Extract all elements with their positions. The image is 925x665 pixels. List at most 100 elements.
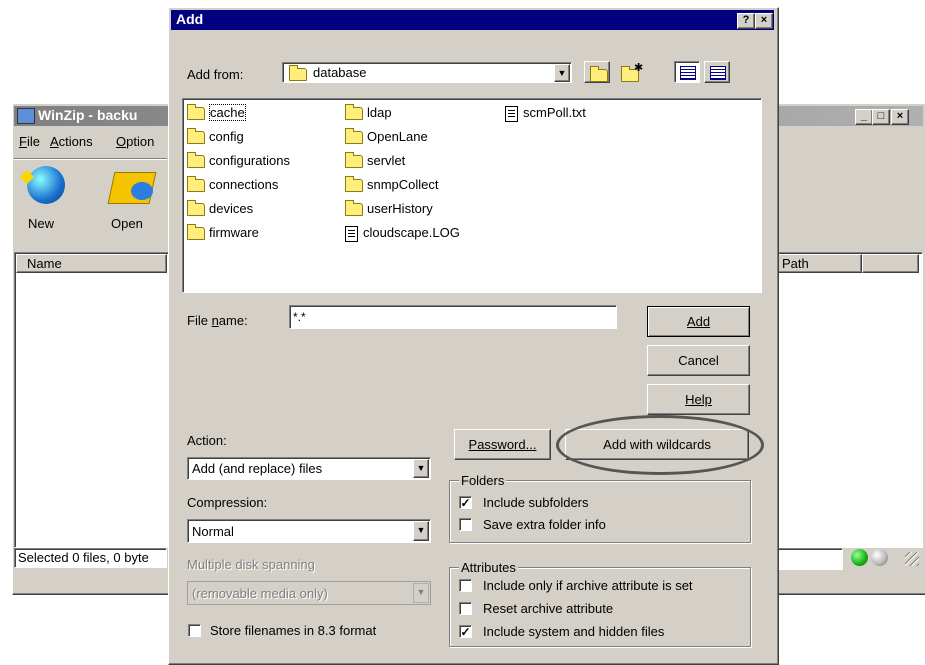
cancel-button[interactable]: Cancel: [647, 345, 750, 376]
list-item[interactable]: scmPoll.txt: [505, 105, 586, 122]
column-name-label: Name: [27, 256, 62, 271]
new-label: New: [28, 216, 55, 231]
list-item[interactable]: connections: [187, 176, 278, 193]
add-from-value: database: [313, 65, 367, 80]
spanning-label: Multiple disk spanning: [187, 557, 315, 572]
green-light-icon: [851, 549, 868, 566]
resize-grip-icon[interactable]: [905, 552, 919, 566]
list-item[interactable]: OpenLane: [345, 128, 428, 145]
list-item[interactable]: snmpCollect: [345, 176, 439, 193]
help-icon[interactable]: ?: [737, 13, 755, 29]
store-83-label: Store filenames in 8.3 format: [210, 623, 377, 638]
help-button[interactable]: Help: [647, 384, 750, 415]
close-icon[interactable]: ×: [755, 13, 773, 29]
details-view-icon: [710, 66, 726, 80]
spanning-select: (removable media only) ▼: [187, 581, 431, 605]
folder-icon: [345, 128, 363, 145]
folder-icon: [187, 128, 205, 145]
arrow-icon: [131, 182, 153, 200]
save-folder-info-checkbox[interactable]: [459, 518, 472, 531]
list-item[interactable]: config: [187, 128, 244, 145]
list-item[interactable]: cloudscape.LOG: [345, 225, 460, 242]
password-button[interactable]: Password...: [454, 429, 551, 460]
help-button-label: Help: [685, 392, 712, 407]
minimize-icon[interactable]: _: [855, 109, 873, 125]
folders-group: [449, 480, 751, 543]
text-file-icon: [505, 105, 518, 122]
compression-value: Normal: [192, 524, 234, 539]
list-item[interactable]: configurations: [187, 152, 290, 169]
filename-label: File name:: [187, 313, 248, 328]
column-name[interactable]: Name: [16, 254, 167, 273]
folder-icon: [345, 104, 363, 121]
store-83-checkbox[interactable]: [188, 624, 201, 637]
list-item[interactable]: devices: [187, 200, 253, 217]
winzip-app-icon: [17, 108, 35, 124]
action-label: Action:: [187, 433, 227, 448]
compression-select[interactable]: Normal ▼: [187, 519, 431, 543]
toolbar-divider: [14, 158, 167, 159]
add-button[interactable]: Add: [647, 306, 750, 337]
open-button[interactable]: Open: [105, 166, 165, 236]
folder-icon: [187, 152, 205, 169]
list-item[interactable]: userHistory: [345, 200, 433, 217]
file-browser-list[interactable]: [182, 98, 762, 293]
column-path-label: Path: [782, 256, 809, 271]
new-button[interactable]: New: [19, 166, 72, 236]
list-item[interactable]: ldap: [345, 104, 392, 121]
gray-light-icon: [871, 549, 888, 566]
dialog-title: Add: [176, 11, 204, 27]
menu-options[interactable]: Option: [116, 134, 154, 149]
folder-icon: [187, 224, 205, 241]
status-text: Selected 0 files, 0 byte: [18, 550, 149, 565]
menu-actions[interactable]: Actions: [50, 134, 93, 149]
add-from-label: Add from:: [187, 67, 244, 82]
compression-label: Compression:: [187, 495, 268, 510]
archive-only-label: Include only if archive attribute is set: [483, 578, 693, 593]
password-button-label: Password...: [468, 437, 537, 452]
folder-open-icon: [289, 65, 311, 82]
column-extra[interactable]: [862, 254, 919, 273]
include-subfolders-label: Include subfolders: [483, 495, 589, 510]
chevron-down-icon[interactable]: ▼: [413, 459, 429, 478]
add-button-label: Add: [686, 314, 711, 329]
action-select[interactable]: Add (and replace) files ▼: [187, 457, 431, 480]
reset-archive-checkbox[interactable]: [459, 602, 472, 615]
folder-icon: [187, 104, 205, 121]
system-hidden-checkbox[interactable]: ✓: [459, 625, 472, 639]
folder-icon: [345, 176, 363, 193]
text-file-icon: [345, 225, 358, 242]
maximize-icon[interactable]: □: [872, 109, 890, 125]
close-icon[interactable]: ×: [891, 109, 909, 125]
new-folder-button[interactable]: ✱: [616, 61, 644, 83]
list-view-icon: [680, 66, 696, 80]
list-item[interactable]: servlet: [345, 152, 405, 169]
folders-group-label: Folders: [459, 473, 507, 488]
spanning-value: (removable media only): [192, 586, 328, 601]
up-folder-icon: [590, 66, 612, 83]
chevron-down-icon[interactable]: ▼: [413, 521, 429, 541]
winzip-title: WinZip - backu: [38, 107, 138, 123]
attributes-group-label: Attributes: [459, 560, 518, 575]
add-from-select[interactable]: database ▼: [282, 62, 572, 83]
folder-icon: [345, 152, 363, 169]
menu-file[interactable]: File: [19, 134, 40, 149]
chevron-down-icon[interactable]: ▼: [554, 64, 570, 82]
list-view-button[interactable]: [674, 61, 700, 83]
details-view-button[interactable]: [704, 61, 730, 83]
archive-only-checkbox[interactable]: [459, 579, 472, 592]
status-panel: [777, 548, 843, 570]
filename-input[interactable]: [289, 305, 617, 329]
star-icon: ✱: [634, 62, 644, 74]
folder-icon: [345, 200, 363, 217]
folder-icon: [187, 200, 205, 217]
list-item[interactable]: cache: [187, 104, 246, 121]
folder-icon: [187, 176, 205, 193]
include-subfolders-checkbox[interactable]: ✓: [459, 496, 472, 510]
dialog-title-bar[interactable]: [171, 10, 774, 30]
column-path[interactable]: Path: [777, 254, 862, 273]
open-label: Open: [111, 216, 143, 231]
list-item[interactable]: firmware: [187, 224, 259, 241]
up-one-level-button[interactable]: [584, 61, 610, 83]
cancel-button-label: Cancel: [678, 353, 719, 368]
